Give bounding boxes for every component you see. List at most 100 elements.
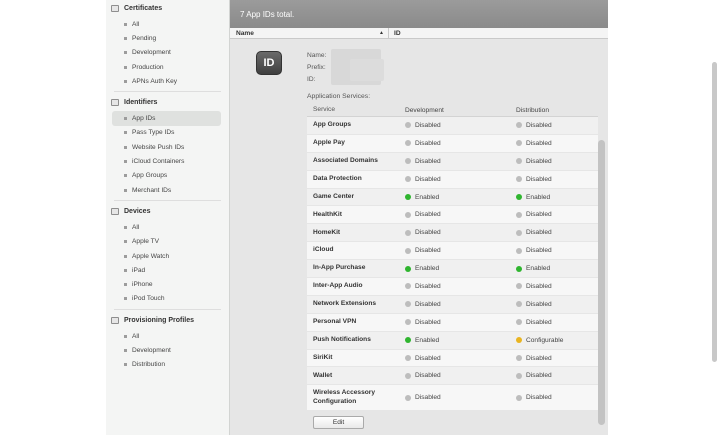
service-row: iCloud Disabled Disabled xyxy=(307,242,598,261)
sidebar-item-app-groups[interactable]: App Groups xyxy=(106,169,229,183)
sidebar-item-apns-auth-key[interactable]: APNs Auth Key xyxy=(106,74,229,88)
sidebar-item-label: Development xyxy=(132,346,171,354)
status-label: Disabled xyxy=(526,372,552,380)
status-label: Disabled xyxy=(526,157,552,165)
development-status: Enabled xyxy=(405,194,516,201)
distribution-status: Disabled xyxy=(516,283,552,290)
identifier-icon xyxy=(111,99,119,107)
sidebar-section-certificates: Certificates All Pending Development Product… xyxy=(106,0,229,88)
status-dot-icon xyxy=(405,283,411,290)
sidebar-divider xyxy=(114,91,221,93)
status-dot-icon xyxy=(405,229,411,236)
bullet-icon xyxy=(124,297,127,301)
service-row: Inter-App Audio Disabled Disabled xyxy=(307,278,598,296)
sidebar-item-label: All xyxy=(132,332,140,340)
status-dot-icon xyxy=(516,122,522,129)
sidebar-item-icloud-containers[interactable]: iCloud Containers xyxy=(106,154,229,168)
sidebar-item-label: All xyxy=(132,223,140,231)
service-row: Wallet Disabled Disabled xyxy=(307,367,598,386)
sidebar-item-label: iPod Touch xyxy=(132,295,165,303)
bullet-icon xyxy=(124,283,127,287)
status-label: Disabled xyxy=(415,247,441,255)
bullet-icon xyxy=(124,188,127,192)
application-services-title: Application Services: xyxy=(307,93,371,100)
sidebar-item-app-ids[interactable]: App IDs xyxy=(112,111,221,126)
sidebar-item-apple-watch[interactable]: Apple Watch xyxy=(106,249,229,263)
sidebar-item-merchant-ids[interactable]: Merchant IDs xyxy=(106,183,229,197)
name-column-header[interactable]: Name ▲ xyxy=(230,28,389,38)
sidebar-section-header[interactable]: Certificates xyxy=(106,0,229,17)
sidebar-item-label: Production xyxy=(132,63,164,71)
sidebar-item-website-push-ids[interactable]: Website Push IDs xyxy=(106,140,229,154)
sidebar-item-all[interactable]: All xyxy=(106,17,229,31)
bullet-icon xyxy=(124,334,127,338)
status-dot-icon xyxy=(516,211,522,218)
service-row: Apple Pay Disabled Disabled xyxy=(307,134,598,153)
service-name: Wireless Accessory Configuration xyxy=(313,389,376,405)
sidebar-item-pending[interactable]: Pending xyxy=(106,31,229,45)
sidebar-item-all[interactable]: All xyxy=(106,329,229,343)
id-column-header[interactable]: ID xyxy=(389,30,401,37)
sidebar-item-ipad[interactable]: iPad xyxy=(106,263,229,277)
sidebar-item-label: iPhone xyxy=(132,281,153,289)
status-dot-icon xyxy=(405,176,411,183)
status-dot-icon xyxy=(516,265,522,272)
service-row: SiriKit Disabled Disabled xyxy=(307,349,598,368)
service-name: HealthKit xyxy=(313,210,342,218)
sidebar-divider xyxy=(114,200,221,202)
sidebar-item-apple-tv[interactable]: Apple TV xyxy=(106,235,229,249)
status-label: Disabled xyxy=(415,300,441,308)
service-name: Game Center xyxy=(313,192,355,200)
distribution-status: Disabled xyxy=(516,229,552,236)
status-label: Disabled xyxy=(415,175,441,183)
sidebar-item-label: Development xyxy=(132,49,171,57)
detail-scrollbar-thumb[interactable] xyxy=(598,140,605,425)
bullet-icon xyxy=(124,22,127,26)
status-label: Disabled xyxy=(415,139,441,147)
sidebar-item-production[interactable]: Production xyxy=(106,60,229,74)
development-status: Disabled xyxy=(405,140,516,147)
status-dot-icon xyxy=(405,337,411,344)
service-name: Inter-App Audio xyxy=(313,282,363,290)
sidebar-item-distribution[interactable]: Distribution xyxy=(106,358,229,372)
service-row: Wireless Accessory Configuration Disabled… xyxy=(307,385,598,412)
window-scrollbar[interactable] xyxy=(712,62,717,362)
sidebar-item-pass-type-ids[interactable]: Pass Type IDs xyxy=(106,126,229,140)
sidebar-item-ipod-touch[interactable]: iPod Touch xyxy=(106,292,229,306)
sidebar-item-label: iPad xyxy=(132,266,146,274)
status-dot-icon xyxy=(516,140,522,147)
bullet-icon xyxy=(124,225,127,229)
bullet-icon xyxy=(124,363,127,367)
status-label: Enabled xyxy=(526,193,551,201)
service-row: HealthKit Disabled Disabled xyxy=(307,206,598,225)
sidebar-section-header[interactable]: Provisioning Profiles xyxy=(106,312,229,329)
development-column-label: Development xyxy=(405,107,444,114)
sidebar-section-title: Provisioning Profiles xyxy=(124,317,195,325)
sidebar-item-all[interactable]: All xyxy=(106,220,229,234)
status-label: Enabled xyxy=(526,265,551,273)
sidebar-item-iphone[interactable]: iPhone xyxy=(106,277,229,291)
sidebar-item-label: Pending xyxy=(132,34,157,42)
service-column-label: Service xyxy=(313,106,335,114)
distribution-status: Disabled xyxy=(516,319,552,326)
sidebar-item-development[interactable]: Development xyxy=(106,46,229,60)
sidebar-item-development[interactable]: Development xyxy=(106,343,229,357)
bullet-icon xyxy=(124,36,127,40)
service-row: Network Extensions Disabled Disabled xyxy=(307,295,598,314)
status-label: Disabled xyxy=(526,139,552,147)
status-dot-icon xyxy=(516,337,522,344)
sidebar-section-header[interactable]: Devices xyxy=(106,203,229,220)
edit-button[interactable]: Edit xyxy=(313,416,364,429)
sidebar-section-header[interactable]: Identifiers xyxy=(106,94,229,111)
sidebar-section-identifiers: Identifiers App IDs Pass Type IDs Website P… xyxy=(106,94,229,197)
status-label: Disabled xyxy=(526,247,552,255)
sidebar-section-devices: Devices All Apple TV Apple Watch iPad iPhone i… xyxy=(106,203,229,306)
status-dot-icon xyxy=(516,247,522,254)
development-status: Disabled xyxy=(405,283,516,290)
app-id-icon: ID xyxy=(256,51,282,75)
bullet-icon xyxy=(124,51,127,55)
sidebar-section-title: Certificates xyxy=(124,5,163,12)
distribution-status: Enabled xyxy=(516,265,550,272)
services-table-header: Service Development Distribution xyxy=(307,105,598,117)
status-dot-icon xyxy=(405,394,411,401)
